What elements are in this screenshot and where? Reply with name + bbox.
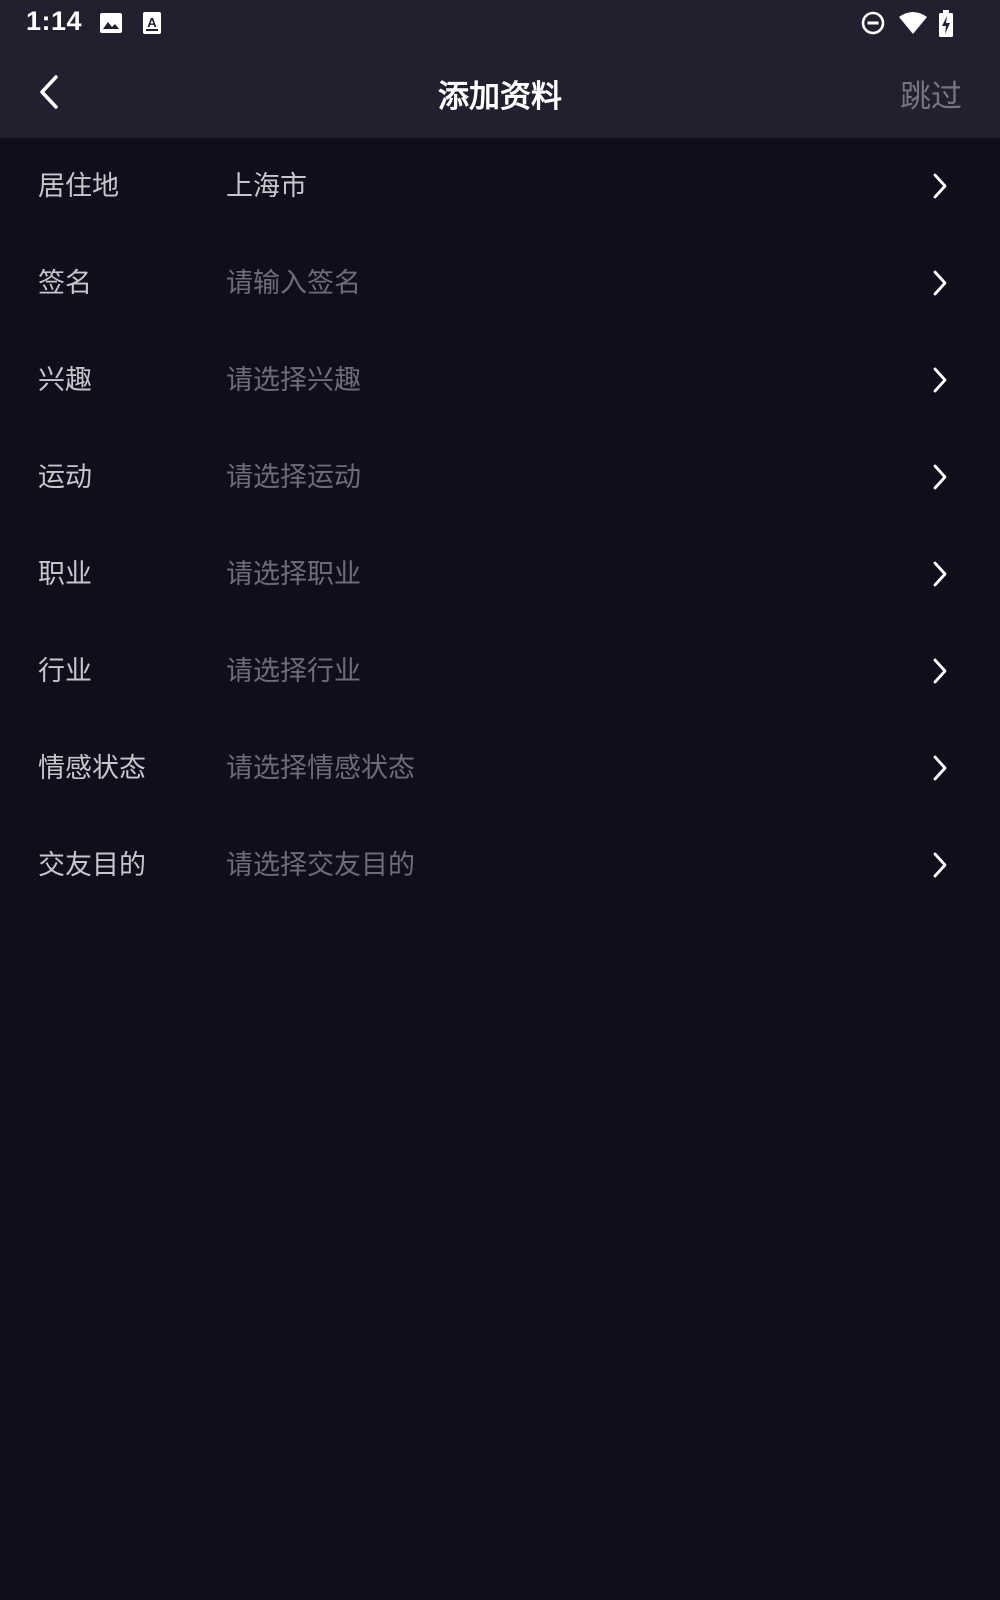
- battery-charging-icon: [938, 10, 954, 37]
- field-label: 运动: [38, 462, 92, 493]
- field-placeholder: 请选择职业: [226, 559, 361, 590]
- page-title: 添加资料: [438, 79, 562, 115]
- field-label: 签名: [38, 268, 92, 299]
- field-label: 兴趣: [38, 365, 92, 396]
- chevron-right-icon: [928, 364, 952, 396]
- field-label: 情感状态: [38, 753, 146, 784]
- field-placeholder: 请选择运动: [226, 462, 361, 493]
- chevron-right-icon: [928, 267, 952, 299]
- field-row-sports[interactable]: 运动 请选择运动: [0, 429, 1000, 526]
- field-row-relationship-status[interactable]: 情感状态 请选择情感状态: [0, 720, 1000, 817]
- field-placeholder: 请选择行业: [226, 656, 361, 687]
- chevron-right-icon: [928, 170, 952, 202]
- field-label: 职业: [38, 559, 92, 590]
- a-font-icon: A: [140, 10, 166, 36]
- field-row-industry[interactable]: 行业 请选择行业: [0, 623, 1000, 720]
- status-time: 1:14: [26, 6, 83, 36]
- field-row-residence[interactable]: 居住地 上海市: [0, 138, 1000, 235]
- app-bar: 添加资料 跳过: [0, 50, 1000, 138]
- field-value: 上海市: [226, 171, 307, 202]
- chevron-right-icon: [928, 461, 952, 493]
- chevron-right-icon: [928, 558, 952, 590]
- chevron-right-icon: [928, 752, 952, 784]
- field-placeholder: 请选择交友目的: [226, 850, 415, 881]
- chevron-right-icon: [928, 655, 952, 687]
- svg-text:A: A: [147, 15, 157, 30]
- field-row-dating-purpose[interactable]: 交友目的 请选择交友目的: [0, 817, 1000, 914]
- image-icon: [98, 10, 124, 36]
- field-row-occupation[interactable]: 职业 请选择职业: [0, 526, 1000, 623]
- skip-button[interactable]: 跳过: [900, 71, 962, 116]
- wifi-icon: [898, 10, 928, 36]
- field-label: 居住地: [38, 171, 119, 202]
- field-row-interests[interactable]: 兴趣 请选择兴趣: [0, 332, 1000, 429]
- field-row-signature[interactable]: 签名 请输入签名: [0, 235, 1000, 332]
- status-bar: 1:14 A: [0, 0, 1000, 50]
- field-placeholder: 请输入签名: [226, 268, 361, 299]
- field-placeholder: 请选择情感状态: [226, 753, 415, 784]
- do-not-disturb-icon: [860, 10, 886, 36]
- field-label: 交友目的: [38, 850, 146, 881]
- field-label: 行业: [38, 656, 92, 687]
- chevron-right-icon: [928, 849, 952, 881]
- field-placeholder: 请选择兴趣: [226, 365, 361, 396]
- profile-field-list: 居住地 上海市 签名 请输入签名 兴趣 请选择兴趣 运动 请选择运动 职业 请选…: [0, 138, 1000, 914]
